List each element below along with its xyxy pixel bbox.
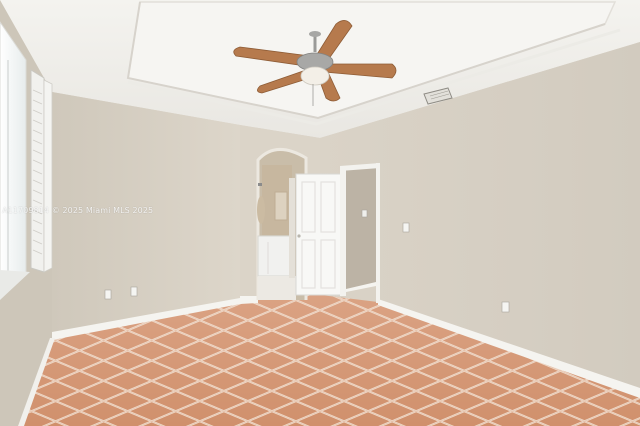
thermostat bbox=[361, 209, 368, 218]
light-switch bbox=[402, 222, 410, 233]
open-door bbox=[295, 173, 342, 296]
back-wall bbox=[52, 92, 240, 338]
room-photo: A11709814 © 2025 Miami MLS 2025 bbox=[0, 0, 640, 426]
window bbox=[0, 21, 27, 293]
wall-outlet bbox=[130, 286, 138, 297]
wall-outlet bbox=[501, 301, 510, 313]
closet-doorway bbox=[346, 167, 376, 289]
wall-outlet bbox=[104, 289, 112, 300]
bathroom-mirror bbox=[274, 191, 288, 221]
bathroom-vanity bbox=[257, 235, 291, 277]
mls-watermark: A11709814 © 2025 Miami MLS 2025 bbox=[2, 206, 154, 215]
